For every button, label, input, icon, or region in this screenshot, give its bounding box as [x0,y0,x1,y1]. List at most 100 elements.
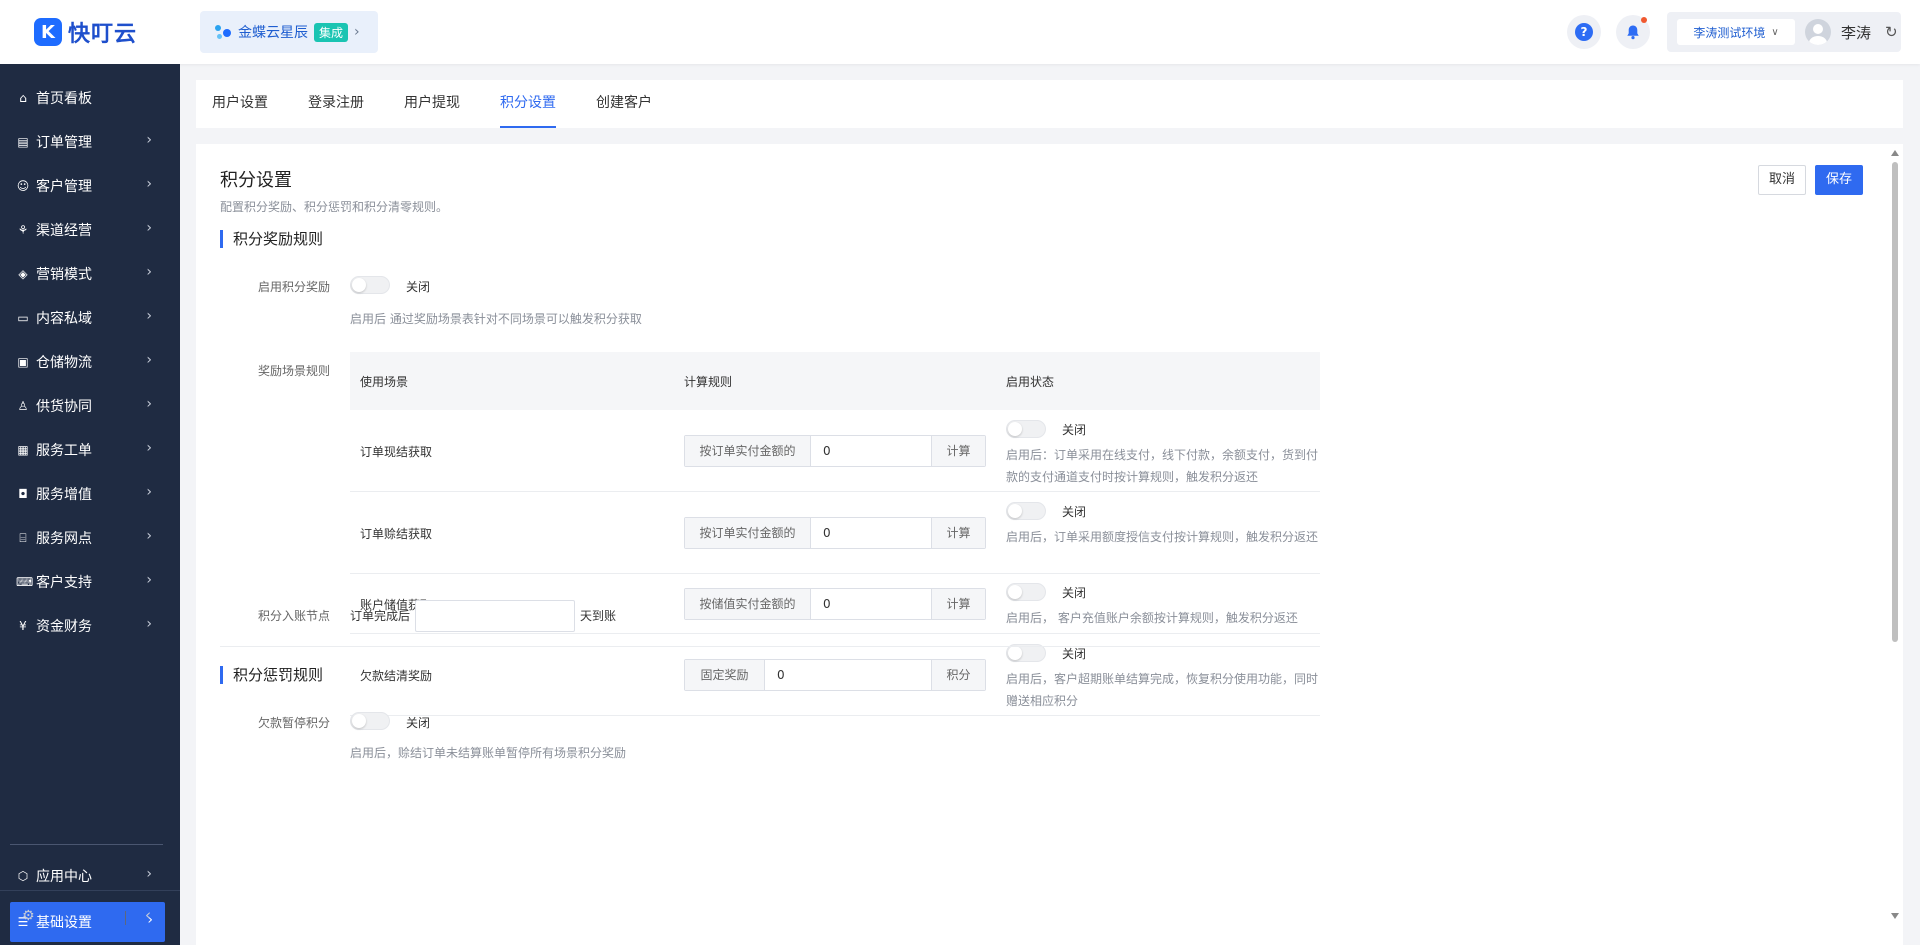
tag-icon: ◈ [18,267,28,281]
reward-scene-label: 奖励场景规则 [257,364,330,378]
page-title: 积分设置 [220,170,292,191]
points-node-label: 积分入账节点 [257,609,330,623]
sidebar-item-orders[interactable]: ▤ 订单管理 › [0,120,180,164]
user-area: 李涛测试环境 ∨ 李涛 ↻ [1667,12,1901,52]
tab-points-settings[interactable]: 积分设置 [500,80,556,128]
cube-icon: ⬡ [17,869,29,883]
gear-icon[interactable]: ⚙ [22,908,35,924]
chevron-right-icon: › [146,308,152,324]
scene-name: 订单现结获取 [360,445,433,459]
tab-user-settings[interactable]: 用户设置 [212,80,268,128]
sidebar-item-channels[interactable]: ⚘ 渠道经营 › [0,208,180,252]
scene-status-description: 启用后， 客户充值账户余额按计算规则，触发积分返还 [1006,611,1298,625]
section-divider [220,646,1320,647]
column-header-rule: 计算规则 [684,375,733,389]
sidebar-item-label: 营销模式 [36,267,92,283]
scroll-down-icon[interactable] [1891,913,1899,919]
rule-suffix: 计算 [931,518,985,548]
chevron-right-icon: › [146,352,152,368]
column-header-status: 启用状态 [1006,375,1055,389]
yuan-icon: ¥ [19,619,27,633]
page-description: 配置积分奖励、积分惩罚和积分清零规则。 [220,200,449,214]
help-button[interactable]: ? [1567,15,1601,49]
integration-badge: 集成 [314,22,349,42]
table-row: 订单现结获取 按订单实付金额的 0 计算 关闭 启用后：订单采用在线支付，线下付… [350,410,1320,492]
rule-input-group: 固定奖励 0 积分 [684,659,986,691]
logo[interactable]: K 快叮云 [34,16,137,48]
enable-reward-toggle[interactable] [350,276,390,294]
scene-status-label: 关闭 [1062,647,1087,661]
sidebar-item-support[interactable]: ⌨ 客户支持 › [0,560,180,604]
scroll-up-icon[interactable] [1891,150,1899,156]
clipboard-icon: ▤ [17,135,29,149]
user-icon: ☺ [16,179,30,193]
chevron-right-icon: › [146,572,152,588]
top-bar: K 快叮云 金蝶云星辰 集成 › ? 李涛测试环境 ∨ 李涛 ↻ [0,0,1920,64]
rule-input-group: 按订单实付金额的 0 计算 [684,517,986,549]
scene-status-toggle[interactable] [1006,502,1046,520]
sidebar-item-value-added[interactable]: ◘ 服务增值 › [0,472,180,516]
points-days-input[interactable] [415,600,575,632]
sidebar-item-dashboard[interactable]: ⌂ 首页看板 [0,76,180,120]
column-header-scene: 使用场景 [360,375,409,389]
sidebar-item-supply[interactable]: ♙ 供货协同 › [0,384,180,428]
ticket-icon: ▦ [17,443,29,457]
cancel-button[interactable]: 取消 [1758,165,1807,195]
pause-points-label: 欠款暂停积分 [257,716,330,730]
tab-withdrawal[interactable]: 用户提现 [404,80,460,128]
sidebar-item-service-points[interactable]: ⌸ 服务网点 › [0,516,180,560]
pause-points-hint: 启用后，赊结订单未结算账单暂停所有场景积分奖励 [350,746,627,760]
chevron-right-icon: › [146,616,152,632]
chevron-right-icon: › [146,132,152,148]
tab-login-register[interactable]: 登录注册 [308,80,364,128]
chevron-right-icon: › [146,396,152,412]
store-icon: ⌸ [19,530,27,545]
avatar[interactable] [1805,19,1831,45]
sidebar-item-marketing[interactable]: ◈ 营销模式 › [0,252,180,296]
rule-prefix: 按储值实付金额的 [685,589,811,619]
scene-status-description: 启用后，订单采用额度授信支付按计算规则，触发积分返还 [1006,530,1319,544]
bag-icon: ◘ [18,487,28,501]
panel-scrollbar[interactable] [1891,150,1899,920]
sidebar-item-finance[interactable]: ¥ 资金财务 › [0,604,180,648]
environment-select[interactable]: 李涛测试环境 ∨ [1677,19,1795,45]
chevron-right-icon: › [146,264,152,280]
rule-value-input[interactable]: 0 [777,660,785,690]
sidebar-item-label: 客户管理 [36,179,92,195]
notification-button[interactable] [1616,15,1650,49]
penalty-section-title: 积分惩罚规则 [220,666,323,684]
scene-status-label: 关闭 [1062,586,1087,600]
tab-create-customer[interactable]: 创建客户 [596,80,652,128]
scene-status-description: 启用后，客户超期账单结算完成，恢复积分使用功能，同时赠送相应积分 [1006,672,1319,708]
sidebar-item-label: 订单管理 [36,135,92,151]
scene-status-toggle[interactable] [1006,420,1046,438]
rule-value-input[interactable]: 0 [823,589,831,619]
points-node-suffix: 天到账 [580,609,617,623]
kingdee-logo-icon [214,23,232,41]
chevron-right-icon: › [354,24,360,40]
integration-selector[interactable]: 金蝶云星辰 集成 › [200,11,378,53]
scroll-thumb[interactable] [1892,162,1898,642]
rule-value-input[interactable]: 0 [823,518,831,548]
scene-status-label: 关闭 [1062,505,1087,519]
table-header: 使用场景 计算规则 启用状态 [350,352,1320,410]
rule-value-input[interactable]: 0 [823,436,831,466]
pause-points-state: 关闭 [406,716,431,730]
sidebar-item-customers[interactable]: ☺ 客户管理 › [0,164,180,208]
sidebar-item-content[interactable]: ▭ 内容私域 › [0,296,180,340]
rule-prefix: 按订单实付金额的 [685,436,811,466]
points-node-prefix: 订单完成后 [350,609,411,623]
settings-tabs: 用户设置 登录注册 用户提现 积分设置 创建客户 [196,80,1903,128]
pause-points-toggle[interactable] [350,712,390,730]
sidebar-item-label: 服务工单 [36,443,92,459]
sidebar-item-service-tickets[interactable]: ▦ 服务工单 › [0,428,180,472]
enable-reward-label: 启用积分奖励 [257,280,330,294]
save-button[interactable]: 保存 [1815,165,1864,195]
scene-status-toggle[interactable] [1006,583,1046,601]
refresh-icon[interactable]: ↻ [1885,23,1898,41]
rule-suffix: 计算 [931,436,985,466]
sidebar-item-warehouse[interactable]: ▣ 仓储物流 › [0,340,180,384]
collapse-sidebar-icon[interactable]: ‹ [145,906,151,924]
user-name[interactable]: 李涛 [1841,22,1871,43]
scene-name: 订单赊结获取 [360,527,433,541]
